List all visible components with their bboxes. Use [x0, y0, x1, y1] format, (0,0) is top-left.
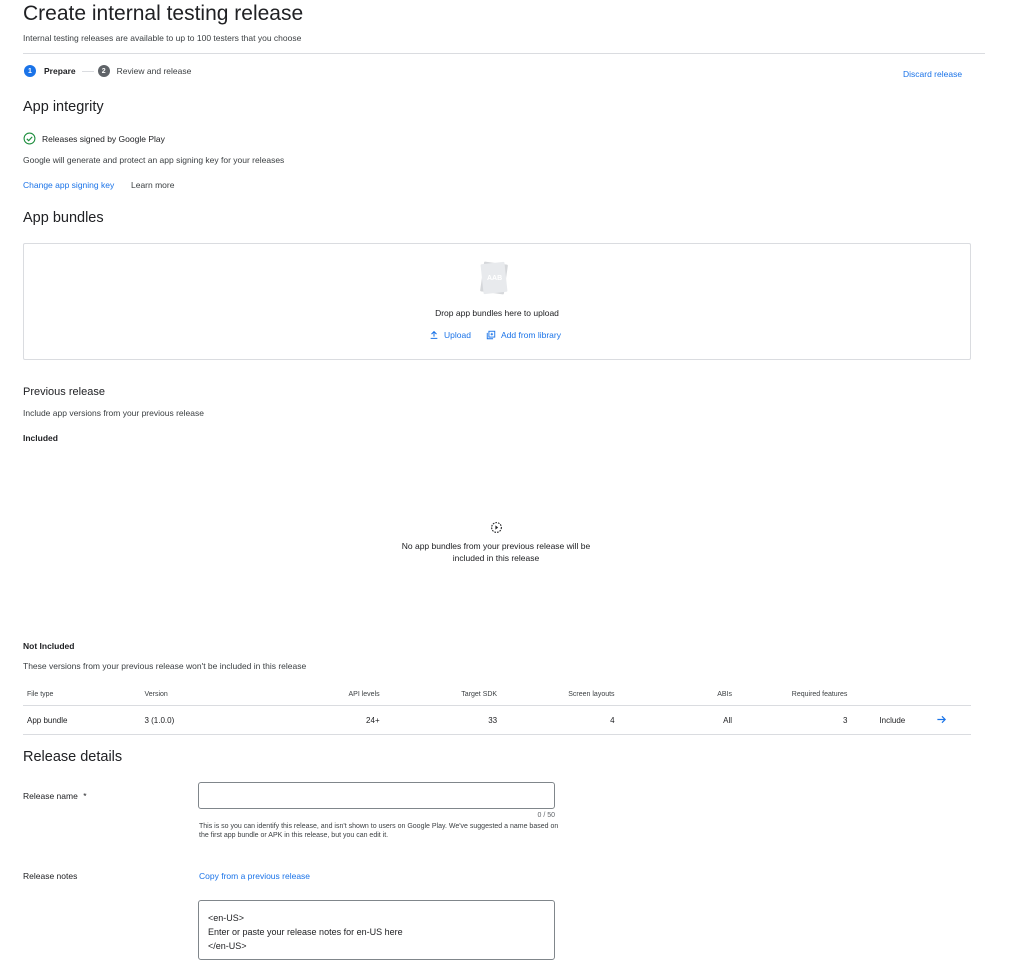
cell-file-type: App bundle — [23, 705, 141, 735]
copy-previous-release-link[interactable]: Copy from a previous release — [199, 871, 310, 881]
included-label: Included — [23, 433, 58, 443]
change-signing-key-link[interactable]: Change app signing key — [23, 180, 114, 190]
add-from-library-button[interactable]: Add from library — [486, 330, 561, 340]
col-action — [851, 683, 932, 706]
not-included-label: Not Included — [23, 641, 75, 651]
step-label-review: Review and release — [116, 66, 192, 76]
cell-screen-layouts: 4 — [501, 705, 619, 735]
col-target-sdk: Target SDK — [383, 683, 502, 706]
signing-status-text: Releases signed by Google Play — [42, 133, 165, 144]
included-empty-line2: included in this release — [452, 553, 540, 563]
col-api-levels: API levels — [262, 683, 384, 706]
cell-target-sdk: 33 — [383, 705, 502, 735]
release-name-help: This is so you can identify this release… — [199, 823, 559, 839]
release-name-input[interactable] — [198, 782, 555, 809]
cell-version: 3 (1.0.0) — [140, 705, 263, 735]
col-screen-layouts: Screen layouts — [501, 683, 619, 706]
signing-description: Google will generate and protect an app … — [23, 155, 285, 165]
upload-button[interactable]: Upload — [429, 330, 471, 340]
bundle-dropzone[interactable]: AAB Drop app bundles here to upload Uplo… — [23, 243, 971, 360]
notes-line-open-tag: <en-US> — [208, 913, 245, 923]
drop-text: Drop app bundles here to upload — [435, 308, 559, 318]
stepper: 1 Prepare 2 Review and release — [24, 65, 191, 77]
col-abis: ABIs — [618, 683, 737, 706]
notes-line-placeholder: Enter or paste your release notes for en… — [208, 927, 403, 937]
upload-label: Upload — [444, 330, 471, 340]
step-number-2: 2 — [97, 65, 110, 77]
step-label-prepare: Prepare — [44, 66, 76, 76]
release-name-counter: 0 / 50 — [537, 812, 555, 819]
signing-status: Releases signed by Google Play — [23, 132, 165, 145]
col-version: Version — [140, 683, 263, 706]
upload-icon — [430, 330, 438, 339]
not-included-table: File type Version API levels Target SDK … — [23, 683, 971, 735]
col-file-type: File type — [23, 683, 141, 706]
table-header-row: File type Version API levels Target SDK … — [23, 683, 971, 706]
aab-label: AAB — [487, 275, 503, 282]
discard-release-button[interactable]: Discard release — [903, 69, 962, 79]
library-add-icon — [486, 330, 496, 340]
not-included-description: These versions from your previous releas… — [23, 661, 307, 671]
step-review[interactable]: 2 Review and release — [97, 65, 192, 77]
cell-abis: All — [618, 705, 737, 735]
app-integrity-heading: App integrity — [23, 99, 104, 115]
header-divider — [23, 53, 985, 54]
previous-release-heading: Previous release — [23, 386, 105, 398]
release-notes-textarea[interactable]: <en-US> Enter or paste your release note… — [198, 900, 555, 960]
include-button[interactable]: Include — [851, 705, 932, 735]
app-bundles-heading: App bundles — [23, 210, 104, 226]
table-row: App bundle 3 (1.0.0) 24+ 33 4 All 3 Incl… — [23, 705, 971, 735]
timer-empty-icon — [491, 522, 502, 533]
check-circle-icon — [23, 132, 36, 145]
release-name-label: Release name * — [23, 791, 87, 801]
step-prepare[interactable]: 1 Prepare — [24, 65, 76, 77]
add-from-library-label: Add from library — [501, 330, 561, 340]
col-required-features: Required features — [736, 683, 852, 706]
page-subtitle: Internal testing releases are available … — [23, 33, 302, 43]
previous-release-description: Include app versions from your previous … — [23, 408, 204, 418]
release-details-heading: Release details — [23, 749, 123, 765]
required-mark: * — [83, 791, 87, 801]
notes-line-close-tag: </en-US> — [208, 941, 247, 951]
included-empty-line1: No app bundles from your previous releas… — [401, 541, 591, 551]
step-connector — [81, 70, 94, 72]
release-notes-label: Release notes — [23, 871, 78, 881]
page-title: Create internal testing release — [23, 2, 304, 25]
cell-required-features: 3 — [736, 705, 852, 735]
aab-file-icon: AAB — [479, 261, 509, 300]
row-arrow-cell — [931, 705, 971, 735]
release-name-label-text: Release name — [23, 791, 78, 801]
step-number-1: 1 — [24, 65, 36, 77]
cell-api-levels: 24+ — [262, 705, 384, 735]
arrow-forward-icon[interactable] — [936, 714, 947, 725]
learn-more-link[interactable]: Learn more — [131, 180, 174, 190]
col-arrow — [931, 683, 971, 706]
